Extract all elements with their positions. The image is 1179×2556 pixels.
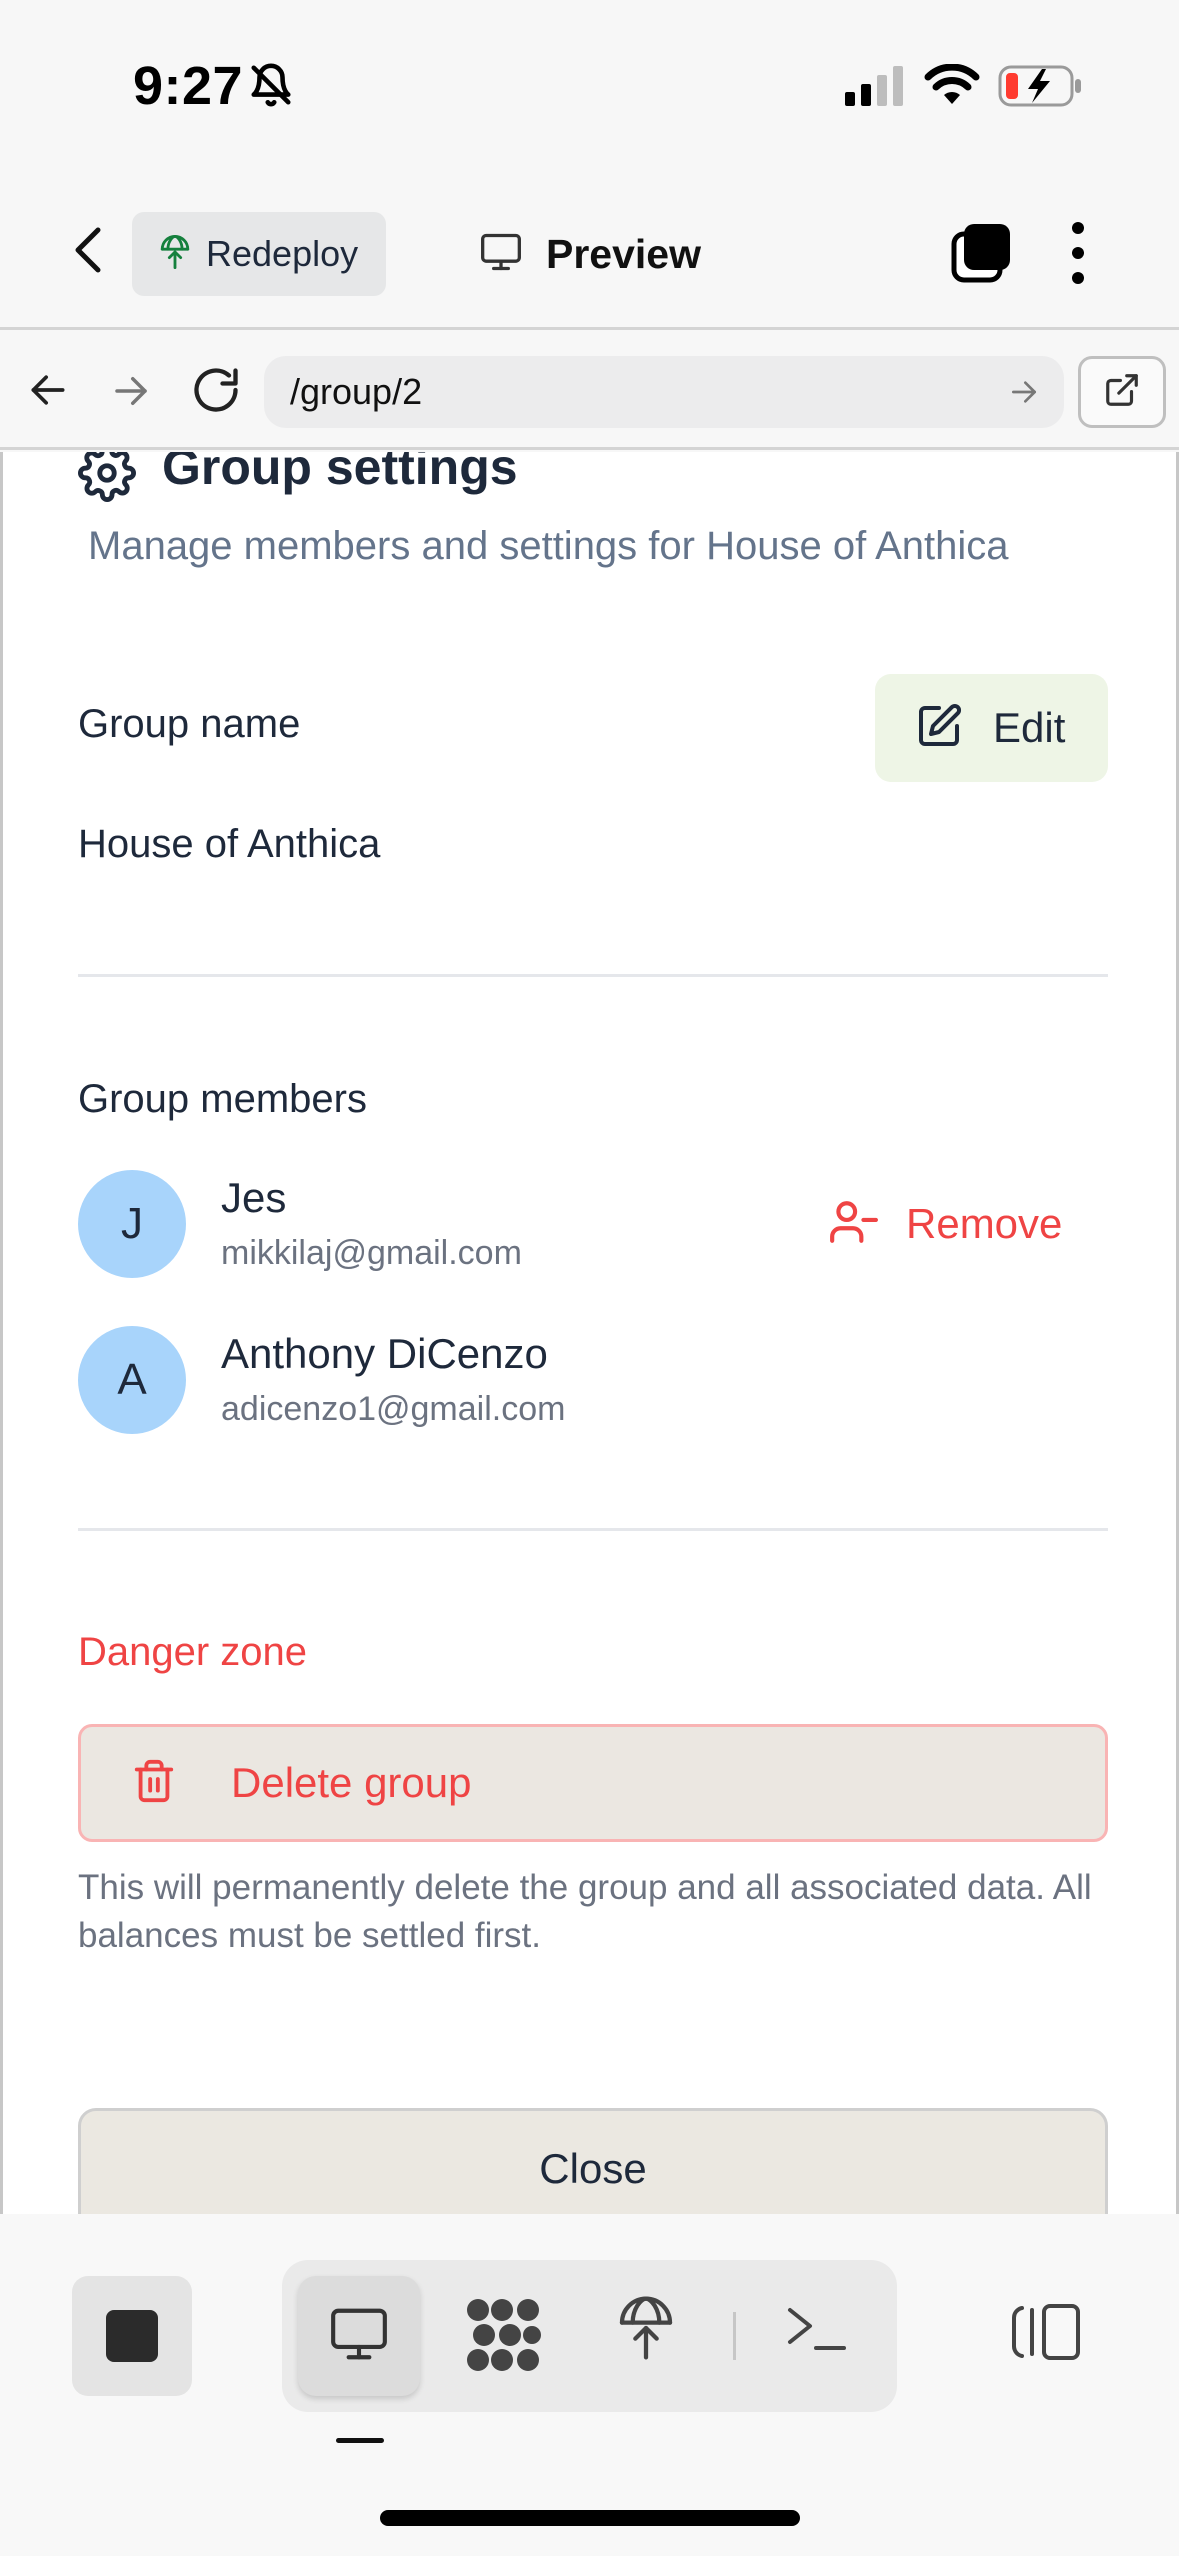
status-time: 9:27 xyxy=(133,56,244,116)
page-subtitle: Manage members and settings for House of… xyxy=(88,524,1009,568)
bell-slash-icon xyxy=(248,62,294,113)
preview-label: Preview xyxy=(546,230,701,277)
group-name-value: House of Anthica xyxy=(78,822,381,866)
redeploy-label: Redeploy xyxy=(206,233,359,274)
open-external-button[interactable] xyxy=(1078,356,1166,428)
more-options-icon[interactable] xyxy=(1068,218,1088,293)
redeploy-button[interactable]: Redeploy xyxy=(132,212,386,296)
arrow-right-icon[interactable] xyxy=(110,370,152,417)
edit-button[interactable]: Edit xyxy=(875,674,1108,782)
nodes-icon[interactable] xyxy=(462,2296,544,2379)
desktop-mode-button[interactable] xyxy=(298,2276,420,2396)
user-minus-icon xyxy=(828,1197,878,1252)
stop-button[interactable] xyxy=(72,2276,192,2396)
external-link-icon xyxy=(1103,371,1141,414)
go-arrow-icon[interactable] xyxy=(1008,376,1040,413)
deploy-icon xyxy=(158,233,192,276)
active-indicator xyxy=(336,2438,384,2443)
monitor-icon xyxy=(326,2303,392,2370)
delete-group-label: Delete group xyxy=(231,1759,472,1806)
chevron-left-icon xyxy=(70,226,106,279)
stop-icon xyxy=(106,2310,158,2362)
delete-warning-text: This will permanently delete the group a… xyxy=(78,1868,1092,1955)
url-input[interactable]: /group/2 xyxy=(264,356,1064,428)
member-row: A Anthony DiCenzo adicenzo1@gmail.com xyxy=(78,1326,1108,1436)
monitor-icon xyxy=(478,230,524,279)
page-title: Group settings xyxy=(162,452,518,495)
arrow-left-icon[interactable] xyxy=(26,368,70,417)
divider xyxy=(78,974,1108,977)
webview: Group settings Manage members and settin… xyxy=(0,452,1179,2214)
remove-label: Remove xyxy=(906,1200,1063,1247)
tabs-icon[interactable] xyxy=(950,220,1014,289)
divider xyxy=(78,1528,1108,1531)
back-button[interactable] xyxy=(58,222,118,282)
deploy-icon[interactable] xyxy=(614,2290,678,2371)
member-name: Jes xyxy=(221,1174,287,1221)
gear-icon xyxy=(78,452,136,507)
terminal-icon[interactable] xyxy=(786,2302,848,2361)
member-row: J Jes mikkilaj@gmail.com Remove xyxy=(78,1170,1108,1280)
home-indicator[interactable] xyxy=(380,2510,800,2526)
member-email: adicenzo1@gmail.com xyxy=(221,1390,566,1428)
reload-icon[interactable] xyxy=(190,364,242,421)
danger-zone-label: Danger zone xyxy=(78,1630,308,1674)
delete-group-button[interactable]: Delete group xyxy=(78,1724,1108,1842)
remove-member-button[interactable]: Remove xyxy=(828,1194,1062,1254)
separator xyxy=(733,2312,736,2360)
close-button[interactable]: Close xyxy=(78,2108,1108,2214)
member-email: mikkilaj@gmail.com xyxy=(221,1234,522,1272)
url-text: /group/2 xyxy=(290,371,423,412)
edit-label: Edit xyxy=(993,704,1066,751)
avatar: J xyxy=(78,1170,186,1278)
group-members-label: Group members xyxy=(78,1077,367,1121)
group-name-label: Group name xyxy=(78,702,301,746)
pencil-square-icon xyxy=(915,702,963,755)
wifi-icon xyxy=(924,63,980,111)
avatar: A xyxy=(78,1326,186,1434)
battery-charging-icon xyxy=(998,63,1084,114)
member-name: Anthony DiCenzo xyxy=(221,1330,548,1377)
cellular-signal-icon xyxy=(845,66,905,111)
preview-tab[interactable]: Preview xyxy=(478,220,701,288)
close-label: Close xyxy=(539,2145,647,2192)
sidebar-toggle-icon[interactable] xyxy=(1010,2302,1082,2367)
trash-icon xyxy=(131,1756,177,1811)
